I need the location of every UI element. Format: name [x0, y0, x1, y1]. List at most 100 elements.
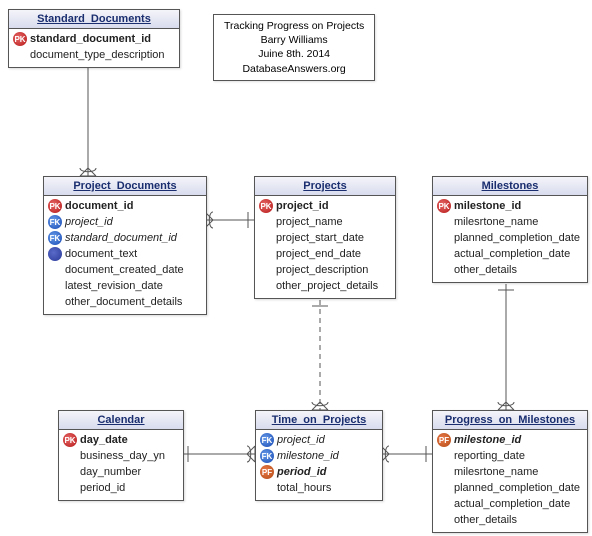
none-key-icon [437, 449, 451, 463]
entity-project-documents: Project_Documents PKdocument_idFKproject… [43, 176, 207, 315]
entity-title: Progress_on_Milestones [433, 411, 587, 430]
attribute-row: project_end_date [257, 246, 393, 262]
attribute-row: day_number [61, 464, 181, 480]
attribute-name: milesrtone_name [454, 216, 538, 228]
none-key-icon [437, 247, 451, 261]
none-key-icon [437, 215, 451, 229]
none-key-icon [63, 449, 77, 463]
none-key-icon [259, 263, 273, 277]
attribute-row: PFmilestone_id [435, 432, 585, 448]
entity-title: Project_Documents [44, 177, 206, 196]
attribute-row: total_hours [258, 480, 380, 496]
entity-body: FKproject_idFKmilestone_idPFperiod_idtot… [256, 430, 382, 500]
attribute-name: standard_document_id [30, 33, 151, 45]
entity-projects: Projects PKproject_id project_nameproject… [254, 176, 396, 299]
attribute-name: project_start_date [276, 232, 364, 244]
pk-key-icon: PK [63, 433, 77, 447]
attribute-row: FKstandard_document_id [46, 230, 204, 246]
attribute-row: business_day_yn [61, 448, 181, 464]
entity-title: Projects [255, 177, 395, 196]
pk-key-icon: PK [437, 199, 451, 213]
attribute-name: total_hours [277, 482, 331, 494]
attribute-name: planned_completion_date [454, 482, 580, 494]
entity-calendar: Calendar PKday_datebusiness_day_ynday_nu… [58, 410, 184, 501]
attribute-name: milestone_id [277, 450, 339, 462]
attribute-row: PKday_date [61, 432, 181, 448]
attribute-name: project_description [276, 264, 368, 276]
pk-key-icon: PK [48, 199, 62, 213]
pk-key-icon: PK [259, 199, 273, 213]
attribute-row: latest_revision_date [46, 278, 204, 294]
attribute-row: project_name [257, 214, 393, 230]
attribute-name: document_id [65, 200, 133, 212]
attribute-row: milesrtone_name [435, 214, 585, 230]
attribute-row: project_description [257, 262, 393, 278]
attribute-name: other_details [454, 264, 517, 276]
attribute-row: FKproject_id [258, 432, 380, 448]
attribute-row: PKstandard_document_id [11, 31, 177, 47]
none-key-icon [259, 247, 273, 261]
attribute-name: project_name [276, 216, 343, 228]
attribute-name: milesrtone_name [454, 466, 538, 478]
none-key-icon [63, 465, 77, 479]
entity-body: PFmilestone_id reporting_date milesrtone_n… [433, 430, 587, 532]
attribute-name: day_date [80, 434, 128, 446]
attribute-name: other_project_details [276, 280, 378, 292]
attribute-row: PKmilestone_id [435, 198, 585, 214]
info-author: Barry Williams [224, 33, 364, 47]
attribute-name: actual_completion_date [454, 498, 570, 510]
attribute-name: other_document_details [65, 296, 182, 308]
attribute-name: document_text [65, 248, 137, 260]
entity-body: PKproject_id project_name project_start_da… [255, 196, 395, 298]
attribute-row: document_created_date [46, 262, 204, 278]
info-source: DatabaseAnswers.org [224, 62, 364, 76]
entity-body: PKday_date business_day_yn day_numberperio… [59, 430, 183, 500]
entity-milestones: Milestones PKmilestone_id milesrtone_name… [432, 176, 588, 283]
fk-key-icon: FK [48, 215, 62, 229]
pf-key-icon: PF [437, 433, 451, 447]
entity-title: Time_on_Projects [256, 411, 382, 430]
attribute-name: business_day_yn [80, 450, 165, 462]
attribute-row: actual_completion_date [435, 246, 585, 262]
attribute-name: period_id [80, 482, 125, 494]
none-key-icon [437, 497, 451, 511]
attribute-name: planned_completion_date [454, 232, 580, 244]
attribute-name: reporting_date [454, 450, 525, 462]
none-key-icon [259, 279, 273, 293]
attribute-row: other_project_details [257, 278, 393, 294]
attribute-row: PFperiod_id [258, 464, 380, 480]
entity-body: PKstandard_document_id document_type_desc… [9, 29, 179, 67]
attribute-row: other_details [435, 262, 585, 278]
attribute-row: project_start_date [257, 230, 393, 246]
pk-key-icon: PK [13, 32, 27, 46]
diagram-info-box: Tracking Progress on Projects Barry Will… [213, 14, 375, 81]
none-key-icon [437, 465, 451, 479]
attribute-name: latest_revision_date [65, 280, 163, 292]
attribute-row: FKmilestone_id [258, 448, 380, 464]
pf-key-icon: PF [260, 465, 274, 479]
attribute-name: project_id [276, 200, 329, 212]
info-date: Juine 8th. 2014 [224, 47, 364, 61]
entity-title: Milestones [433, 177, 587, 196]
fk-key-icon: FK [48, 231, 62, 245]
none-key-icon [48, 295, 62, 309]
fk-key-icon: FK [260, 449, 274, 463]
attribute-name: document_type_description [30, 49, 165, 61]
entity-body: PKdocument_idFKproject_idFKstandard_docu… [44, 196, 206, 314]
attribute-row: reporting_date [435, 448, 585, 464]
none-key-icon [437, 263, 451, 277]
attribute-row: actual_completion_date [435, 496, 585, 512]
attribute-row: document_type_description [11, 47, 177, 63]
attribute-name: day_number [80, 466, 141, 478]
none-key-icon [63, 481, 77, 495]
attribute-row: milesrtone_name [435, 464, 585, 480]
attribute-name: milestone_id [454, 434, 521, 446]
attribute-name: project_id [65, 216, 113, 228]
attribute-name: other_details [454, 514, 517, 526]
attribute-name: standard_document_id [65, 232, 177, 244]
attribute-name: milestone_id [454, 200, 521, 212]
none-key-icon [437, 231, 451, 245]
entity-standard-documents: Standard_Documents PKstandard_document_i… [8, 9, 180, 68]
attribute-row: other_details [435, 512, 585, 528]
attribute-name: period_id [277, 466, 327, 478]
